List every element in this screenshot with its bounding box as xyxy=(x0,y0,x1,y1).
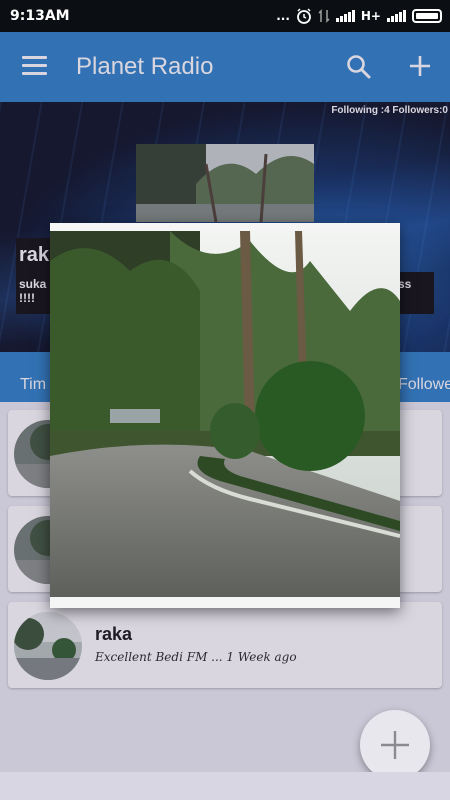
preview-photo xyxy=(50,231,400,597)
alarm-icon xyxy=(296,8,311,24)
status-bar: 9:13AM ... H+ xyxy=(0,0,450,32)
plus-icon xyxy=(381,731,409,759)
signal-icon-2 xyxy=(387,10,406,22)
network-type: H+ xyxy=(360,9,381,23)
signal-icon xyxy=(335,10,355,22)
data-arrows-icon xyxy=(318,9,330,23)
bottom-strip xyxy=(0,772,450,800)
add-post-fab[interactable] xyxy=(360,710,430,780)
photo-preview-dialog xyxy=(50,223,400,608)
battery-icon xyxy=(412,9,442,23)
notification-dots: ... xyxy=(276,9,290,23)
status-time: 9:13AM xyxy=(10,8,70,24)
status-icons: ... H+ xyxy=(276,8,442,24)
